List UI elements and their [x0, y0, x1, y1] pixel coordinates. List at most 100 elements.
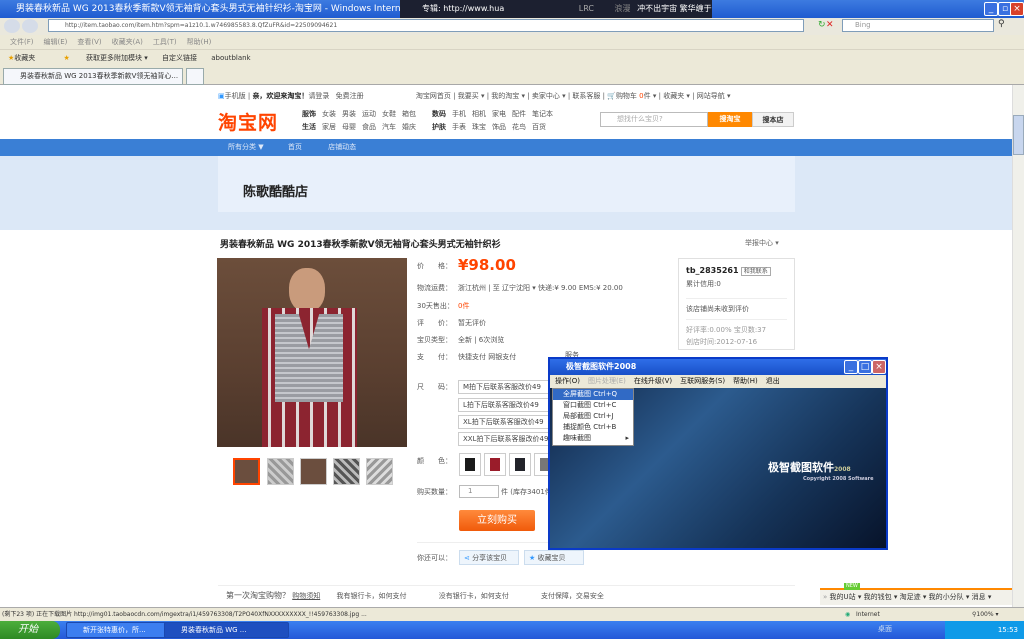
- nav-home[interactable]: 首页: [288, 143, 302, 151]
- product-photo[interactable]: [217, 258, 407, 447]
- taobao-logo[interactable]: 淘宝网: [218, 108, 278, 135]
- app-minimize-button[interactable]: _: [844, 360, 858, 374]
- chat-button[interactable]: 和我联系: [740, 267, 771, 276]
- buy-now-button[interactable]: 立刻购买: [459, 510, 535, 531]
- category-link[interactable]: 母婴: [342, 123, 356, 131]
- search-taobao-button[interactable]: 搜淘宝: [708, 112, 752, 127]
- login-link[interactable]: 请登录: [308, 92, 329, 100]
- category-link[interactable]: 相机: [472, 110, 486, 118]
- category-link[interactable]: 手机: [452, 110, 466, 118]
- new-tab-button[interactable]: [186, 68, 204, 85]
- fav-link-addons[interactable]: 获取更多附加模块 ▾: [86, 54, 148, 62]
- toolbar-wallet[interactable]: 我的钱包 ▾: [864, 593, 898, 601]
- menu-item-window[interactable]: 窗口截图 Ctrl+C: [553, 400, 633, 411]
- tab-active[interactable]: 男装春秋新品 WG 2013春秋季新款V领无袖背心...: [3, 68, 183, 85]
- thumbnail-4[interactable]: [333, 458, 360, 485]
- color-swatch-navy[interactable]: [509, 453, 531, 476]
- forward-button[interactable]: [22, 19, 38, 33]
- fav-link-aboutblank[interactable]: aboutblank: [211, 54, 250, 62]
- menu-edit[interactable]: 编辑(E): [44, 38, 68, 46]
- size-option-m[interactable]: M拍下后联系客服改价49: [458, 380, 550, 394]
- footer-guide-link[interactable]: 购物须知: [292, 592, 320, 600]
- search-shop-button[interactable]: 搜本店: [752, 112, 794, 127]
- footer-link-safety[interactable]: 支付保障，交易安全: [541, 592, 604, 600]
- size-option-xl[interactable]: XL拍下后联系客服改价49: [458, 415, 550, 429]
- toolbar-messages[interactable]: 消息 ▾: [972, 593, 992, 601]
- thumbnail-2[interactable]: [267, 458, 294, 485]
- category-link[interactable]: 护肤: [432, 123, 446, 131]
- collect-button[interactable]: ★ 收藏宝贝: [524, 550, 584, 565]
- link-buy[interactable]: 我要买 ▾: [458, 92, 485, 100]
- taobao-search-input[interactable]: 想找什么宝贝?: [600, 112, 708, 127]
- footer-link-card[interactable]: 我有银行卡，如何支付: [336, 592, 406, 600]
- thumbnail-3[interactable]: [300, 458, 327, 485]
- thumbnail-5[interactable]: [366, 458, 393, 485]
- toolbar-ustation[interactable]: 我的U站 ▾: [830, 593, 862, 601]
- category-link[interactable]: 手表: [452, 123, 466, 131]
- minimize-button[interactable]: _: [984, 2, 998, 16]
- app-menu-internet[interactable]: 互联网服务(S): [680, 377, 725, 385]
- app-menu-exit[interactable]: 退出: [766, 377, 780, 385]
- app-close-button[interactable]: ×: [872, 360, 886, 374]
- size-option-xxl[interactable]: XXL拍下后联系客服改价49: [458, 432, 550, 446]
- nav-all-categories[interactable]: 所有分类 ▼: [228, 143, 264, 151]
- stop-icon[interactable]: ✕: [826, 20, 834, 30]
- add-favorite-icon[interactable]: ★: [64, 54, 70, 62]
- category-link[interactable]: 百货: [532, 123, 546, 131]
- zoom-control[interactable]: ⚲100% ▾: [972, 608, 998, 621]
- category-link[interactable]: 女鞋: [382, 110, 396, 118]
- menu-view[interactable]: 查看(V): [77, 38, 101, 46]
- category-link[interactable]: 男装: [342, 110, 356, 118]
- footer-link-nocard[interactable]: 没有银行卡，如何支付: [439, 592, 509, 600]
- taskbar-item-2[interactable]: 男装春秋新品 WG ...: [164, 622, 289, 638]
- size-option-l[interactable]: L拍下后联系客服改价49: [458, 398, 550, 412]
- category-link[interactable]: 食品: [362, 123, 376, 131]
- category-link[interactable]: 数码: [432, 110, 446, 118]
- close-button[interactable]: ×: [1010, 2, 1024, 16]
- quantity-stepper[interactable]: 1: [459, 485, 499, 498]
- shipping-value[interactable]: 浙江杭州 | 至 辽宁沈阳 ▾ 快递:¥ 9.00 EMS:¥ 20.00: [458, 283, 623, 293]
- seller-name[interactable]: tb_2835261: [686, 266, 739, 275]
- menu-favorites[interactable]: 收藏夹(A): [112, 38, 143, 46]
- menu-help[interactable]: 帮助(H): [187, 38, 212, 46]
- menu-item-color[interactable]: 捕捉颜色 Ctrl+B: [553, 422, 633, 433]
- link-home[interactable]: 淘宝网首页: [416, 92, 451, 100]
- category-link[interactable]: 女装: [322, 110, 336, 118]
- search-input[interactable]: Bing: [842, 19, 994, 32]
- app-menu-operate[interactable]: 操作(O): [555, 377, 580, 385]
- player-lrc-label[interactable]: LRC: [579, 4, 594, 13]
- report-center-link[interactable]: 举报中心 ▾: [745, 238, 779, 248]
- toolbar-team[interactable]: 我的小分队 ▾: [929, 593, 970, 601]
- link-site-nav[interactable]: 网站导航 ▾: [697, 92, 731, 100]
- menu-item-fun[interactable]: 趣味截图 ▸: [553, 433, 633, 444]
- category-link[interactable]: 家居: [322, 123, 336, 131]
- app-menu-help[interactable]: 帮助(H): [733, 377, 758, 385]
- category-link[interactable]: 花鸟: [512, 123, 526, 131]
- search-icon[interactable]: ⚲: [998, 19, 1005, 29]
- app-menu-image[interactable]: 图片处理(E): [588, 377, 626, 385]
- category-link[interactable]: 婚庆: [402, 123, 416, 131]
- start-button[interactable]: 开始: [0, 621, 60, 639]
- back-button[interactable]: [4, 19, 20, 33]
- desktop-toolbar[interactable]: 桌面: [878, 624, 892, 634]
- category-link[interactable]: 服饰: [302, 110, 316, 118]
- category-link[interactable]: 汽车: [382, 123, 396, 131]
- link-favorites[interactable]: 收藏夹 ▾: [663, 92, 690, 100]
- fav-link-custom[interactable]: 自定义链接: [162, 54, 197, 62]
- link-seller-center[interactable]: 卖家中心 ▾: [532, 92, 566, 100]
- menu-tools[interactable]: 工具(T): [153, 38, 177, 46]
- app-maximize-button[interactable]: □: [858, 360, 872, 374]
- mobile-link[interactable]: 手机版: [225, 92, 246, 100]
- cart-link[interactable]: 购物车: [616, 92, 637, 100]
- category-link[interactable]: 饰品: [492, 123, 506, 131]
- category-link[interactable]: 配件: [512, 110, 526, 118]
- category-link[interactable]: 笔记本: [532, 110, 553, 118]
- category-link[interactable]: 运动: [362, 110, 376, 118]
- favorites-button[interactable]: 收藏夹: [14, 54, 35, 62]
- menu-item-fullscreen[interactable]: 全屏截图 Ctrl+Q: [553, 389, 633, 400]
- register-link[interactable]: 免费注册: [336, 92, 364, 100]
- thumbnail-1[interactable]: [233, 458, 260, 485]
- color-swatch-black[interactable]: [459, 453, 481, 476]
- menu-file[interactable]: 文件(F): [10, 38, 34, 46]
- share-button[interactable]: ⋖ 分享该宝贝: [459, 550, 519, 565]
